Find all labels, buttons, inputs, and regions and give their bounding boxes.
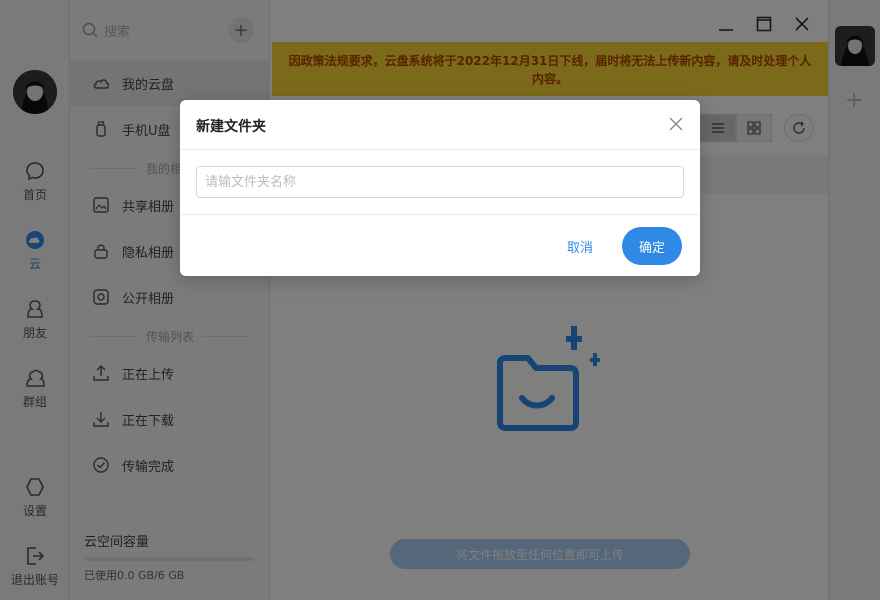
folder-name-input[interactable] — [196, 166, 684, 198]
dialog-title: 新建文件夹 — [196, 119, 266, 135]
dialog-close-button[interactable] — [666, 114, 686, 134]
dialog-divider-top — [180, 149, 700, 150]
new-folder-dialog: 新建文件夹 取消 确定 — [180, 100, 700, 276]
cancel-button[interactable]: 取消 — [558, 230, 602, 262]
dialog-divider-bottom — [180, 214, 700, 215]
close-icon — [669, 117, 683, 131]
modal-overlay[interactable] — [0, 0, 880, 600]
confirm-button[interactable]: 确定 — [622, 227, 682, 265]
